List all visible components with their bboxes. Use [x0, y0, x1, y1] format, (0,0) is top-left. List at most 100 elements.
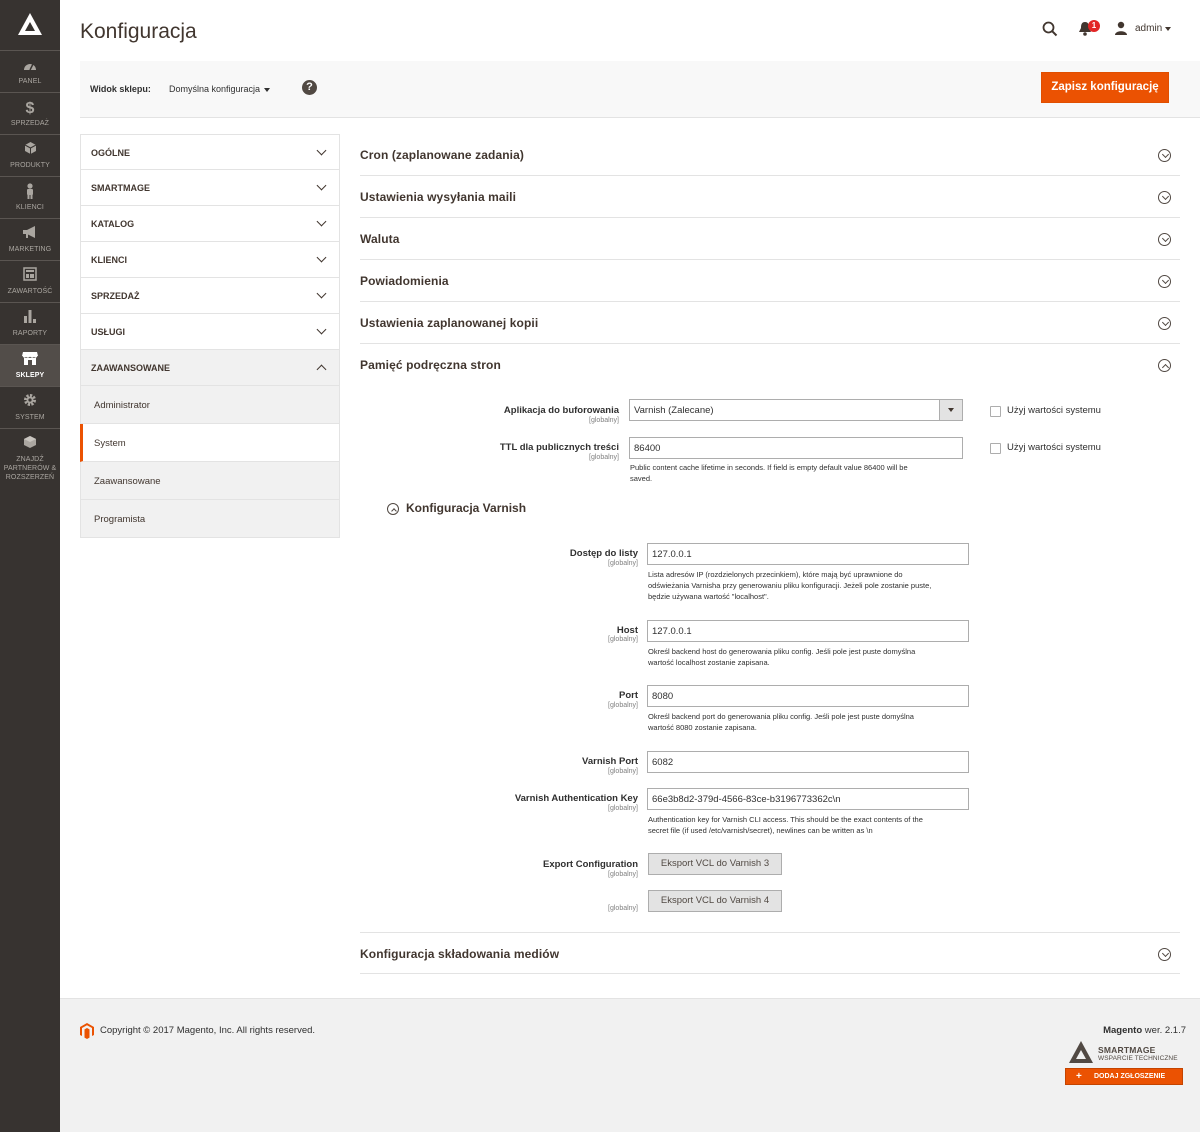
expand-icon [1158, 191, 1171, 204]
ttl-input[interactable]: 86400 [629, 437, 963, 459]
smartmage-support: WSPARCIE TECHNICZNE [1098, 1055, 1178, 1062]
section-mail[interactable]: Ustawienia wysyłania maili [360, 176, 1180, 218]
search-icon[interactable] [1042, 21, 1058, 42]
nav-item-partners[interactable]: ZNAJDŹ PARTNERÓW & ROZSZERZEŃ [0, 428, 60, 488]
scope-label: [globalny] [608, 636, 638, 643]
chevron-down-icon [316, 288, 327, 299]
scope-label: [globalny] [589, 417, 619, 424]
nav-label: RAPORTY [12, 330, 48, 337]
section-title: Ustawienia wysyłania maili [360, 190, 517, 204]
varnish-group-title[interactable]: Konfiguracja Varnish [406, 501, 526, 515]
access-list-input[interactable]: 127.0.0.1 [647, 543, 969, 565]
config-tabs: OGÓLNE SMARTMAGE KATALOG KLIENCI SPRZEDA… [80, 134, 340, 538]
gear-icon [0, 393, 60, 413]
nav-item-marketing[interactable]: MARKETING [0, 218, 60, 260]
auth-key-input[interactable]: 66e3b8d2-379d-4566-83ce-b3196773362c\n [647, 788, 969, 810]
smartmage-logo-icon [1068, 1040, 1094, 1069]
export-vcl-4-button[interactable]: Eksport VCL do Varnish 4 [648, 890, 782, 912]
nav-item-content[interactable]: ZAWARTOŚĆ [0, 260, 60, 302]
section-currency[interactable]: Waluta [360, 218, 1180, 260]
nav-item-system[interactable]: SYSTEM [0, 386, 60, 428]
tab-label: ZAAWANSOWANE [91, 363, 171, 373]
subtab-label: Programista [94, 514, 146, 525]
host-note: Określ backend host do generowania pliku… [648, 646, 988, 668]
admin-sidebar: PANEL $ SPRZEDAŻ PRODUKTY KLIENCI MARKET… [0, 0, 60, 1132]
store-view-caret-icon[interactable] [264, 88, 270, 92]
nav-item-reports[interactable]: RAPORTY [0, 302, 60, 344]
section-notifications[interactable]: Powiadomienia [360, 260, 1180, 302]
section-title: Powiadomienia [360, 274, 449, 288]
collapse-icon[interactable] [387, 503, 399, 515]
nav-label: SYSTEM [15, 414, 45, 421]
port-input[interactable]: 8080 [647, 685, 969, 707]
section-cron[interactable]: Cron (zaplanowane zadania) [360, 134, 1180, 176]
section-full-page-cache[interactable]: Pamięć podręczna stron [360, 344, 1180, 386]
export-vcl-3-button[interactable]: Eksport VCL do Varnish 3 [648, 853, 782, 875]
tab-smartmage[interactable]: SMARTMAGE [80, 170, 340, 206]
nav-item-stores[interactable]: SKLEPY [0, 344, 60, 386]
tab-catalog[interactable]: KATALOG [80, 206, 340, 242]
export-config-label: Export Configuration [543, 859, 638, 870]
section-backup[interactable]: Ustawienia zaplanowanej kopii [360, 302, 1180, 344]
varnish-port-label: Varnish Port [582, 756, 638, 767]
cube-icon [0, 435, 60, 455]
subtab-admin[interactable]: Administrator [80, 386, 340, 424]
footer [60, 998, 1200, 1132]
chevron-down-icon [316, 324, 327, 335]
subtab-system[interactable]: System [80, 424, 340, 462]
user-menu-caret-icon[interactable] [1165, 27, 1171, 31]
expand-icon [1158, 948, 1171, 961]
host-input[interactable]: 127.0.0.1 [647, 620, 969, 642]
save-config-button[interactable]: Zapisz konfigurację [1041, 72, 1169, 103]
tab-services[interactable]: USŁUGI [80, 314, 340, 350]
section-title: Konfiguracja składowania mediów [360, 947, 560, 961]
subtab-developer[interactable]: Programista [80, 500, 340, 538]
subtab-label: System [94, 438, 126, 449]
note-line: Public content cache lifetime in seconds… [630, 463, 908, 472]
add-ticket-button[interactable]: + DODAJ ZGŁOSZENIE [1065, 1068, 1183, 1085]
person-icon [0, 183, 60, 203]
use-system-label[interactable]: Użyj wartości systemu [1007, 442, 1101, 453]
megaphone-icon [0, 225, 60, 245]
user-name[interactable]: admin [1135, 23, 1162, 34]
magento-footer-logo-icon [80, 1023, 94, 1044]
use-system-checkbox[interactable] [990, 443, 1001, 454]
version-number: wer. 2.1.7 [1142, 1025, 1186, 1036]
magento-logo[interactable] [0, 0, 60, 48]
chevron-down-icon [316, 180, 327, 191]
tab-advanced[interactable]: ZAAWANSOWANE [80, 350, 340, 386]
chevron-down-icon [316, 252, 327, 263]
varnish-port-input[interactable]: 6082 [647, 751, 969, 773]
tab-label: SPRZEDAŻ [91, 291, 140, 301]
scope-label: [globalny] [608, 768, 638, 775]
section-title: Ustawienia zaplanowanej kopii [360, 316, 539, 330]
nav-item-sales[interactable]: $ SPRZEDAŻ [0, 92, 60, 134]
note-line: odświeżania Varnisha przy generowaniu pl… [648, 581, 932, 590]
caching-app-select[interactable]: Varnish (Zalecane) [629, 399, 963, 421]
access-list-label: Dostęp do listy [569, 548, 638, 559]
notification-count-badge: 1 [1088, 20, 1100, 32]
nav-item-customers[interactable]: KLIENCI [0, 176, 60, 218]
subtab-advanced[interactable]: Zaawansowane [80, 462, 340, 500]
note-line: wartość 8080 zostanie zapisana. [648, 723, 757, 732]
section-media-storage[interactable]: Konfiguracja składowania mediów [360, 932, 1180, 974]
user-icon[interactable] [1114, 21, 1128, 37]
scope-label: [globalny] [608, 702, 638, 709]
nav-label: ZNAJDŹ PARTNERÓW & ROZSZERZEŃ [3, 456, 57, 481]
note-line: Określ backend port do generowania pliku… [648, 712, 914, 721]
tab-sales[interactable]: SPRZEDAŻ [80, 278, 340, 314]
tab-customers[interactable]: KLIENCI [80, 242, 340, 278]
chevron-down-icon [316, 145, 327, 156]
select-value: Varnish (Zalecane) [634, 405, 714, 416]
nav-item-products[interactable]: PRODUKTY [0, 134, 60, 176]
nav-item-panel[interactable]: PANEL [0, 50, 60, 92]
note-line: secret file (if used /etc/varnish/secret… [648, 826, 873, 835]
nav-label: MARKETING [8, 246, 52, 253]
help-icon[interactable]: ? [302, 80, 317, 95]
tab-label: KLIENCI [91, 255, 127, 265]
tab-general[interactable]: OGÓLNE [80, 134, 340, 170]
tab-label: KATALOG [91, 219, 135, 229]
use-system-checkbox[interactable] [990, 406, 1001, 417]
use-system-label[interactable]: Użyj wartości systemu [1007, 405, 1101, 416]
store-view-switcher[interactable]: Domyślna konfiguracja [169, 84, 260, 94]
